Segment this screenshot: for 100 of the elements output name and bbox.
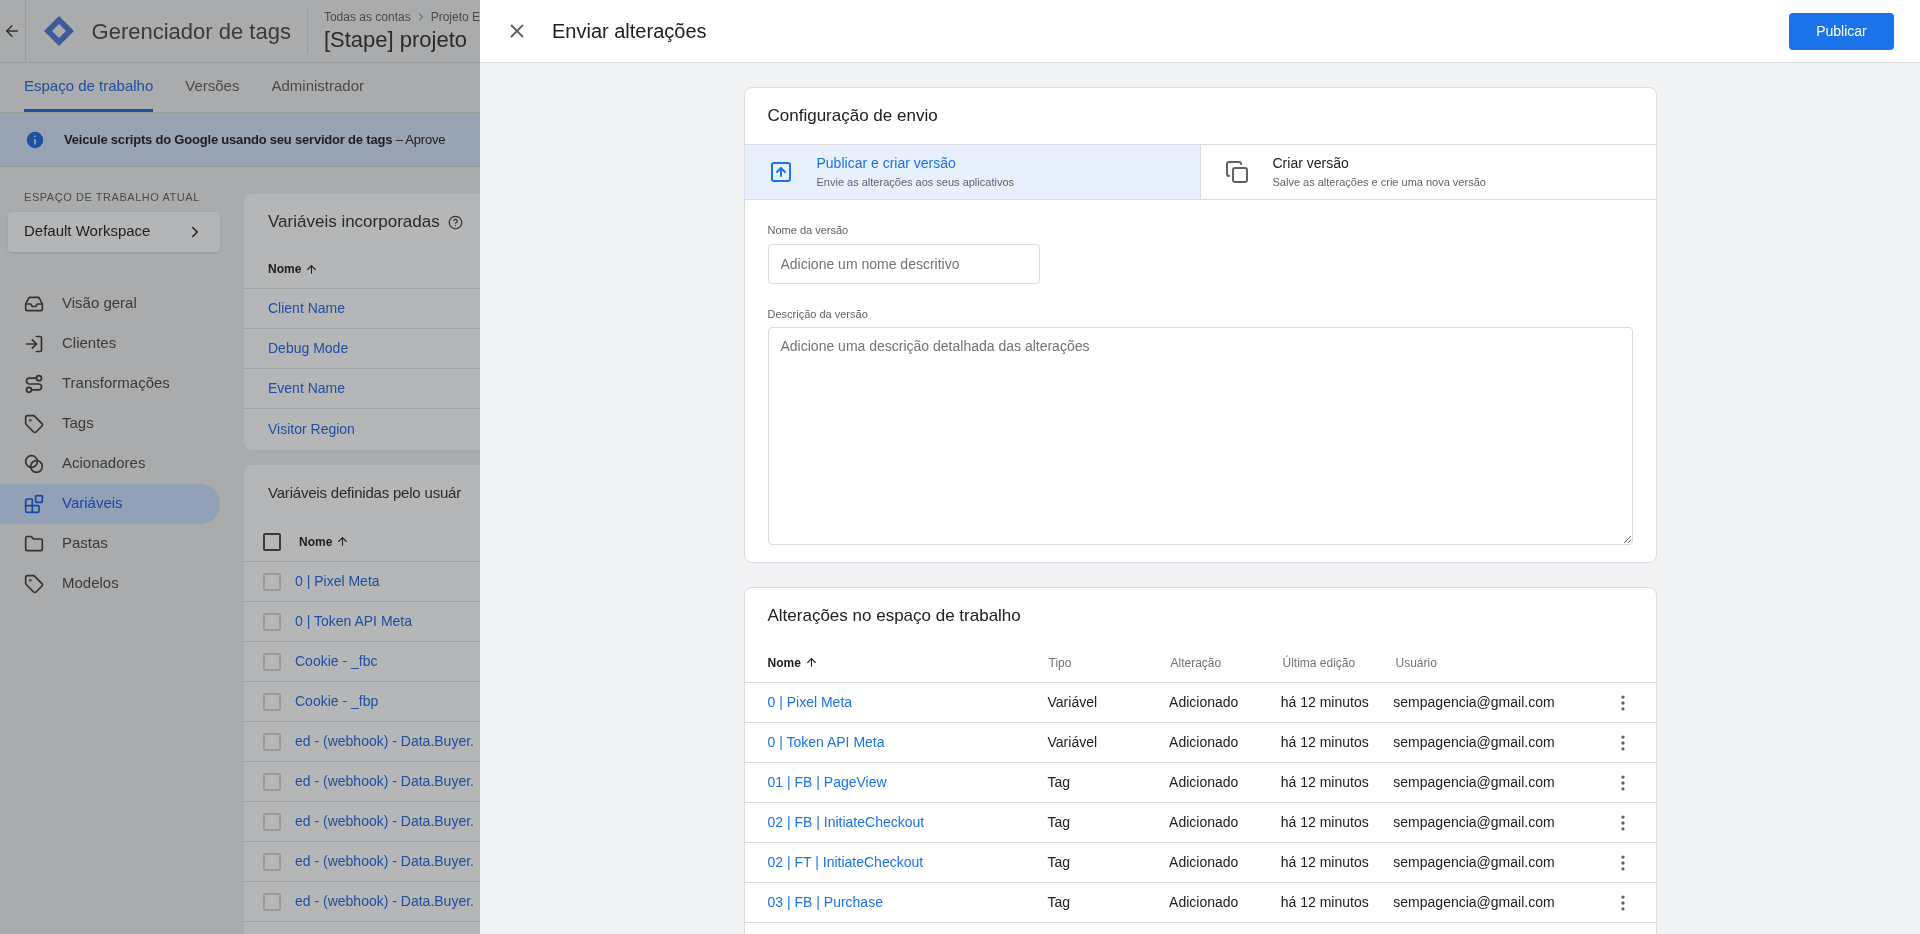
variable-link[interactable]: 0 | Pixel Meta <box>295 571 380 592</box>
column-header[interactable]: Nome <box>299 532 333 551</box>
table-cell: Variável <box>1047 734 1098 750</box>
copy-icon <box>1224 160 1249 184</box>
change-link[interactable]: 02 | FT | InitiateCheckout <box>767 854 924 870</box>
field-label: Descrição da versão <box>767 306 869 322</box>
dialog-title: Enviar alterações <box>552 19 707 44</box>
breadcrumb-link[interactable]: Projeto E <box>430 8 480 26</box>
table-cell: há 12 minutos <box>1280 734 1369 750</box>
tab[interactable]: Versões <box>185 63 240 112</box>
nav-item[interactable]: Visão geral <box>0 283 220 324</box>
column-header[interactable]: Nome <box>268 260 302 278</box>
variable-link[interactable]: Visitor Region <box>268 418 355 440</box>
table-cell: há 12 minutos <box>1280 854 1369 870</box>
checkbox[interactable] <box>263 652 281 671</box>
blocks-icon <box>24 493 44 514</box>
checkbox[interactable] <box>263 852 281 871</box>
sort-arrow-icon <box>804 656 818 669</box>
card-title: Variáveis definidas pelo usuár <box>268 483 461 504</box>
workspace-selector[interactable]: Default Workspace <box>8 211 220 252</box>
option-title: Publicar e criar versão <box>816 154 957 174</box>
card-title: Configuração de envio <box>767 105 938 128</box>
table-cell: Adicionado <box>1169 774 1239 790</box>
variable-link[interactable]: 0 | Token API Meta <box>295 611 412 632</box>
column-header[interactable]: Nome <box>767 653 801 672</box>
product-title: Gerenciador de tags <box>91 17 291 46</box>
checkbox[interactable] <box>263 532 281 551</box>
checkbox[interactable] <box>263 692 281 711</box>
change-link[interactable]: 01 | FB | PageView <box>767 774 887 790</box>
variable-link[interactable]: ed - (webhook) - Data.Buyer. <box>295 891 474 912</box>
table-cell: Tag <box>1047 774 1071 790</box>
table-cell: Tag <box>1047 854 1071 870</box>
checkbox[interactable] <box>263 892 281 911</box>
checkbox[interactable] <box>263 772 281 791</box>
change-link[interactable]: 0 | Pixel Meta <box>767 694 853 710</box>
info-icon <box>24 128 46 151</box>
route-icon <box>24 373 44 394</box>
column-header[interactable]: Tipo <box>1048 653 1072 672</box>
card-title: Variáveis incorporadas <box>268 211 440 234</box>
tag-icon <box>24 413 44 434</box>
checkbox[interactable] <box>263 572 281 591</box>
table-cell: sempagencia@gmail.com <box>1393 694 1555 710</box>
table-cell: Adicionado <box>1169 734 1239 750</box>
tag-outline-icon <box>24 573 44 594</box>
variable-link[interactable]: Event Name <box>268 378 346 399</box>
change-link[interactable]: 02 | FB | InitiateCheckout <box>767 814 925 830</box>
option-subtitle: Salve as alterações e crie uma nova versão <box>1272 175 1486 191</box>
checkbox[interactable] <box>263 732 281 751</box>
variable-link[interactable]: ed - (webhook) - Data.Buyer. <box>295 851 474 872</box>
submission-option[interactable]: Publicar e criar versão Envie as alterações aos seus aplicativos <box>744 145 1200 199</box>
table-cell: há 12 minutos <box>1280 774 1369 790</box>
table-cell: sempagencia@gmail.com <box>1393 734 1555 750</box>
sort-arrow-icon <box>305 262 319 276</box>
column-header[interactable]: Alteração <box>1170 653 1222 672</box>
table-cell: Adicionado <box>1169 694 1239 710</box>
version-name-field[interactable]: Adicione um nome descritivo <box>767 243 1040 284</box>
table-cell: sempagencia@gmail.com <box>1393 894 1555 910</box>
variable-link[interactable]: ed - (webhook) - Data.Buyer. <box>295 771 474 792</box>
column-header[interactable]: Última edição <box>1282 653 1356 672</box>
change-link[interactable]: 03 | FB | Purchase <box>767 894 883 910</box>
table-cell: sempagencia@gmail.com <box>1393 854 1555 870</box>
variable-link[interactable]: ed - (webhook) - Data.Buyer. <box>295 731 474 752</box>
help-icon[interactable] <box>447 214 463 230</box>
change-link[interactable]: 0 | Token API Meta <box>767 734 885 750</box>
nav-item[interactable]: Variáveis <box>0 483 220 524</box>
table-cell: Tag <box>1047 894 1071 910</box>
table-cell: sempagencia@gmail.com <box>1393 774 1555 790</box>
overlapping-circles-icon <box>24 453 44 474</box>
version-description-field[interactable]: Adicione uma descrição detalhada das alterações <box>767 327 1633 545</box>
nav-item[interactable]: Tags <box>0 403 220 444</box>
nav-item[interactable]: Clientes <box>0 323 220 364</box>
breadcrumb-link[interactable]: Todas as contas <box>323 8 411 26</box>
banner-text: Veicule scripts do Google usando seu servidor de tags – Aprove <box>64 130 446 149</box>
section-label: ESPAÇO DE TRABALHO ATUAL <box>23 190 201 205</box>
option-subtitle: Envie as alterações aos seus aplicativos <box>816 175 1014 191</box>
table-cell: Adicionado <box>1169 814 1239 830</box>
login-icon <box>24 333 44 354</box>
nav-item[interactable]: Pastas <box>0 523 220 564</box>
table-cell: Tag <box>1047 814 1071 830</box>
nav-item[interactable]: Transformações <box>0 363 220 404</box>
publish-button[interactable]: Publicar <box>1789 12 1894 50</box>
checkbox[interactable] <box>263 612 281 631</box>
variable-link[interactable]: Cookie - _fbc <box>295 651 378 672</box>
option-title: Criar versão <box>1272 154 1350 174</box>
variable-link[interactable]: ed - (webhook) - Data.Buyer. <box>295 811 474 832</box>
column-header[interactable]: Usuário <box>1395 653 1437 672</box>
variable-link[interactable]: Cookie - _fbp <box>295 691 379 712</box>
table-cell: há 12 minutos <box>1280 694 1369 710</box>
table-cell: Adicionado <box>1169 894 1239 910</box>
table-cell: há 12 minutos <box>1280 894 1369 910</box>
container-name: [Stape] projeto <box>323 26 469 54</box>
field-label: Nome da versão <box>767 223 850 238</box>
nav-item[interactable]: Acionadores <box>0 443 220 484</box>
table-cell: Adicionado <box>1169 854 1239 870</box>
nav-item[interactable]: Modelos <box>0 563 220 604</box>
variable-link[interactable]: Debug Mode <box>268 338 349 359</box>
tab[interactable]: Administrador <box>271 63 364 112</box>
variable-link[interactable]: Client Name <box>268 298 346 319</box>
checkbox[interactable] <box>263 812 281 831</box>
card-title: Alterações no espaço de trabalho <box>767 604 1021 627</box>
